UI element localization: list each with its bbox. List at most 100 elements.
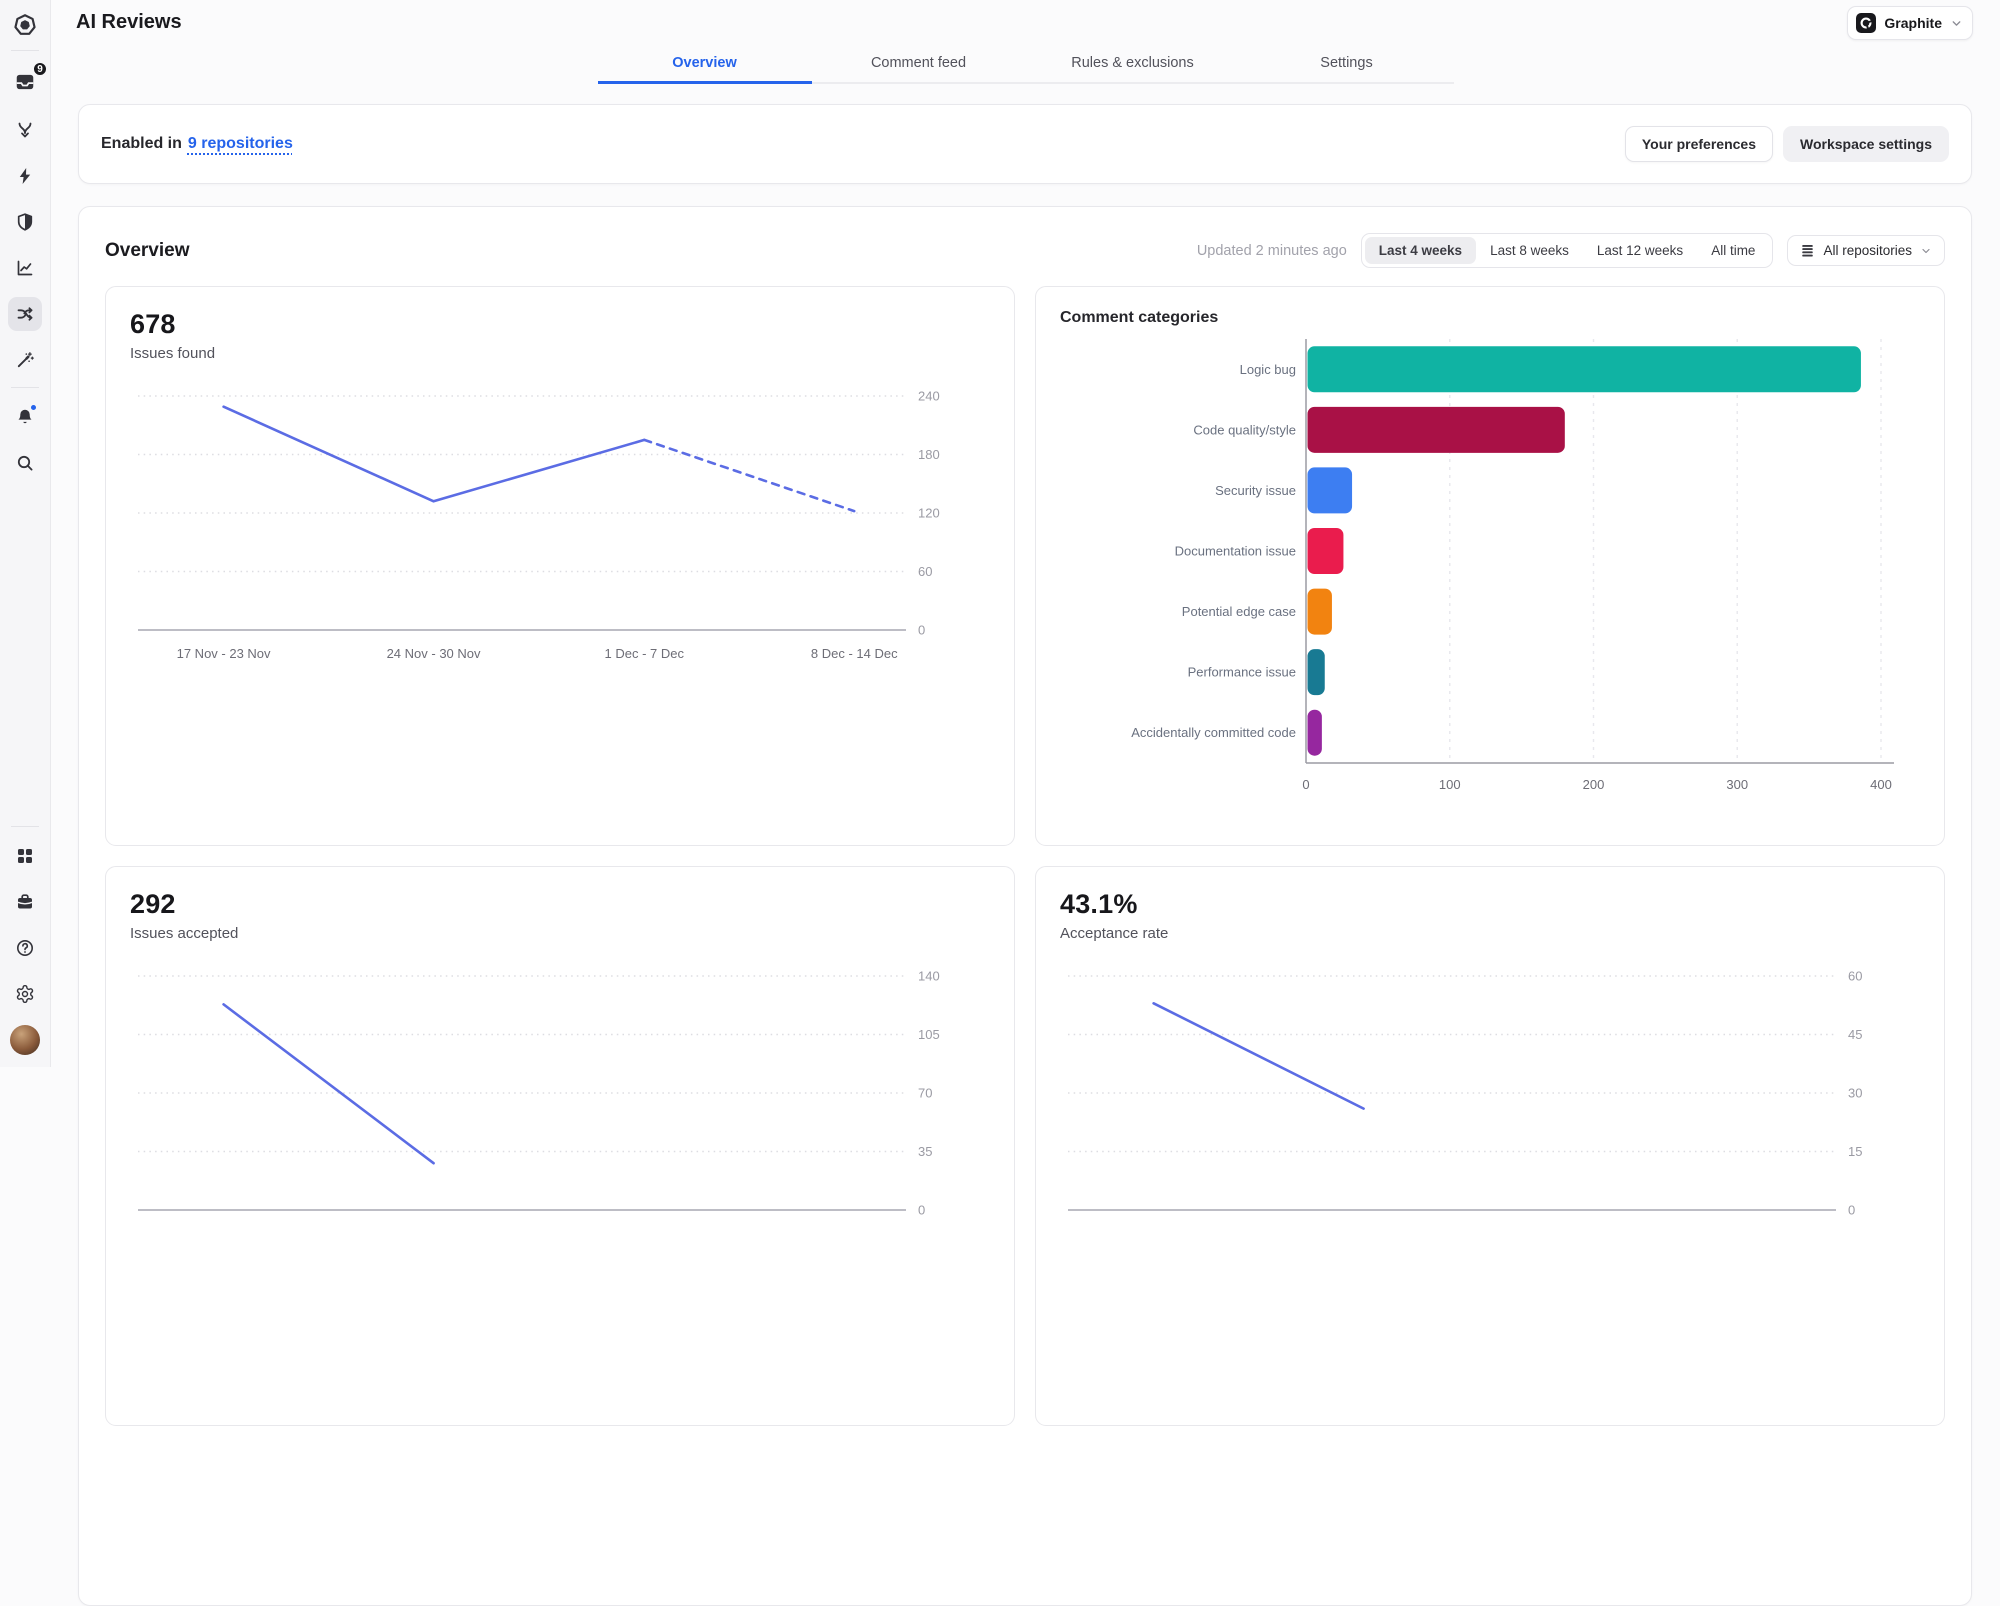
sidebar-item-notifications[interactable] (8, 400, 42, 434)
lightning-icon (19, 168, 31, 184)
sidebar-item-merge[interactable] (8, 113, 42, 147)
filter-last-8-weeks[interactable]: Last 8 weeks (1476, 237, 1583, 264)
your-preferences-button[interactable]: Your preferences (1624, 126, 1773, 162)
graphite-logo[interactable] (8, 8, 42, 42)
issues-found-value: 678 (130, 309, 176, 339)
comment-categories-title: Comment categories (1060, 309, 1219, 326)
svg-text:Security issue: Security issue (1215, 483, 1296, 498)
sidebar-item-security[interactable] (8, 205, 42, 239)
updated-timestamp: Updated 2 minutes ago (1196, 242, 1347, 259)
svg-text:35: 35 (918, 1144, 932, 1159)
overview-header: Overview Updated 2 minutes ago Last 4 we… (105, 233, 1945, 268)
search-icon (17, 455, 33, 471)
shield-icon (17, 213, 33, 231)
sidebar-item-settings[interactable] (8, 977, 42, 1011)
acceptance-rate-value: 43.1% (1060, 889, 1138, 919)
filter-last-4-weeks[interactable]: Last 4 weeks (1364, 237, 1477, 264)
svg-text:17 Nov - 23 Nov: 17 Nov - 23 Nov (177, 646, 271, 661)
inbox-icon (16, 74, 34, 90)
repositories-link[interactable]: 9 repositories (188, 135, 293, 152)
sidebar-divider (11, 50, 39, 51)
chevron-down-icon (1920, 245, 1932, 257)
svg-text:Documentation issue: Documentation issue (1175, 544, 1296, 559)
repository-filter-dropdown[interactable]: All repositories (1787, 235, 1945, 266)
svg-text:400: 400 (1870, 777, 1892, 792)
sidebar-divider (11, 826, 39, 827)
acceptance-rate-svg: 60 45 30 15 0 (1068, 969, 1862, 1218)
enabled-text: Enabled in 9 repositories (101, 135, 293, 153)
svg-text:0: 0 (918, 623, 925, 638)
sidebar-item-apps[interactable] (8, 839, 42, 873)
svg-text:180: 180 (918, 447, 940, 462)
sidebar-item-inbox[interactable]: 9 (8, 61, 48, 99)
svg-text:140: 140 (918, 969, 940, 984)
svg-text:Performance issue: Performance issue (1188, 665, 1296, 680)
tab-bar: Overview Comment feed Rules & exclusions… (597, 44, 1454, 84)
graphite-mark-icon (1856, 13, 1877, 33)
sidebar-item-help[interactable] (8, 931, 42, 965)
issues-accepted-value: 292 (130, 889, 176, 919)
tab-comment-feed[interactable]: Comment feed (812, 44, 1026, 84)
main-content: AI Reviews Graphite Overview Comment fee… (51, 0, 2000, 1606)
issues-accepted-chart: 140 105 70 35 0 (130, 952, 990, 1269)
banner-actions: Your preferences Workspace settings (1624, 126, 1949, 162)
sidebar-item-flash[interactable] (8, 159, 42, 193)
stats-grid: 678 Issues found 240 180 120 60 0 17 Nov - 23… (105, 286, 1945, 1426)
svg-text:200: 200 (1583, 777, 1605, 792)
svg-text:60: 60 (1848, 969, 1862, 984)
help-icon (17, 940, 33, 956)
sidebar-item-automations[interactable] (8, 343, 42, 377)
sidebar-divider (11, 387, 39, 388)
line-chart-icon (17, 260, 33, 276)
overview-controls: Updated 2 minutes ago Last 4 weeks Last … (1197, 233, 1945, 268)
comment-categories-chart: 0 100 200 300 400 Logic bug Code quality/style… (1060, 333, 1920, 816)
svg-text:1 Dec - 7 Dec: 1 Dec - 7 Dec (605, 646, 685, 661)
svg-text:100: 100 (1439, 777, 1461, 792)
acceptance-rate-chart: 60 45 30 15 0 (1060, 952, 1920, 1269)
acceptance-rate-label: Acceptance rate (1060, 925, 1169, 942)
merge-icon (18, 122, 32, 138)
workspace-name: Graphite (1884, 15, 1942, 31)
grid-icon (18, 849, 32, 863)
notification-dot (29, 403, 38, 412)
svg-text:105: 105 (918, 1027, 940, 1042)
graphite-logo-icon (14, 14, 36, 35)
overview-panel: Overview Updated 2 minutes ago Last 4 we… (78, 206, 1972, 1606)
repo-stack-icon (1800, 243, 1815, 258)
sidebar-item-profile[interactable] (8, 1023, 42, 1057)
svg-text:Potential edge case: Potential edge case (1182, 604, 1296, 619)
chevron-down-icon (1950, 17, 1963, 30)
issues-accepted-card: 292 Issues accepted 140 105 70 35 0 (105, 866, 1015, 1426)
issues-accepted-label: Issues accepted (130, 925, 239, 942)
svg-text:30: 30 (1848, 1086, 1862, 1101)
overview-title: Overview (105, 239, 190, 261)
enabled-banner: Enabled in 9 repositories Your preference… (78, 104, 1972, 184)
svg-text:Logic bug: Logic bug (1240, 362, 1296, 377)
workspace-settings-button[interactable]: Workspace settings (1782, 126, 1949, 162)
svg-text:45: 45 (1848, 1027, 1862, 1042)
tab-rules-exclusions[interactable]: Rules & exclusions (1026, 44, 1240, 84)
comment-categories-svg: 0 100 200 300 400 Logic bug Code quality/style… (1131, 339, 1894, 792)
issues-found-svg: 240 180 120 60 0 17 Nov - 23 Nov 24 Nov - 30 N… (138, 389, 940, 661)
tab-settings[interactable]: Settings (1240, 44, 1454, 84)
svg-text:120: 120 (918, 506, 940, 521)
sidebar-item-insights[interactable] (8, 251, 42, 285)
svg-text:Accidentally committed code: Accidentally committed code (1131, 725, 1296, 740)
ai-reviews-icon (17, 307, 33, 321)
issues-found-chart: 240 180 120 60 0 17 Nov - 23 Nov 24 Nov - 30 N… (130, 372, 990, 689)
svg-text:0: 0 (1848, 1203, 1855, 1218)
briefcase-icon (17, 894, 33, 909)
sidebar-item-workspace[interactable] (8, 885, 42, 919)
inbox-badge: 9 (32, 61, 48, 77)
filter-all-time[interactable]: All time (1697, 237, 1769, 264)
tab-overview[interactable]: Overview (597, 44, 812, 84)
sidebar-item-ai-reviews[interactable] (8, 297, 42, 331)
sidebar-item-search[interactable] (8, 446, 42, 480)
comment-categories-card: Comment categories 0 100 200 300 400 Logic bu… (1035, 286, 1945, 846)
topbar: AI Reviews Graphite (51, 0, 2000, 44)
svg-text:0: 0 (1302, 777, 1309, 792)
workspace-switcher[interactable]: Graphite (1847, 6, 1973, 40)
repository-filter-label: All repositories (1823, 243, 1912, 258)
svg-text:15: 15 (1848, 1144, 1862, 1159)
filter-last-12-weeks[interactable]: Last 12 weeks (1583, 237, 1697, 264)
